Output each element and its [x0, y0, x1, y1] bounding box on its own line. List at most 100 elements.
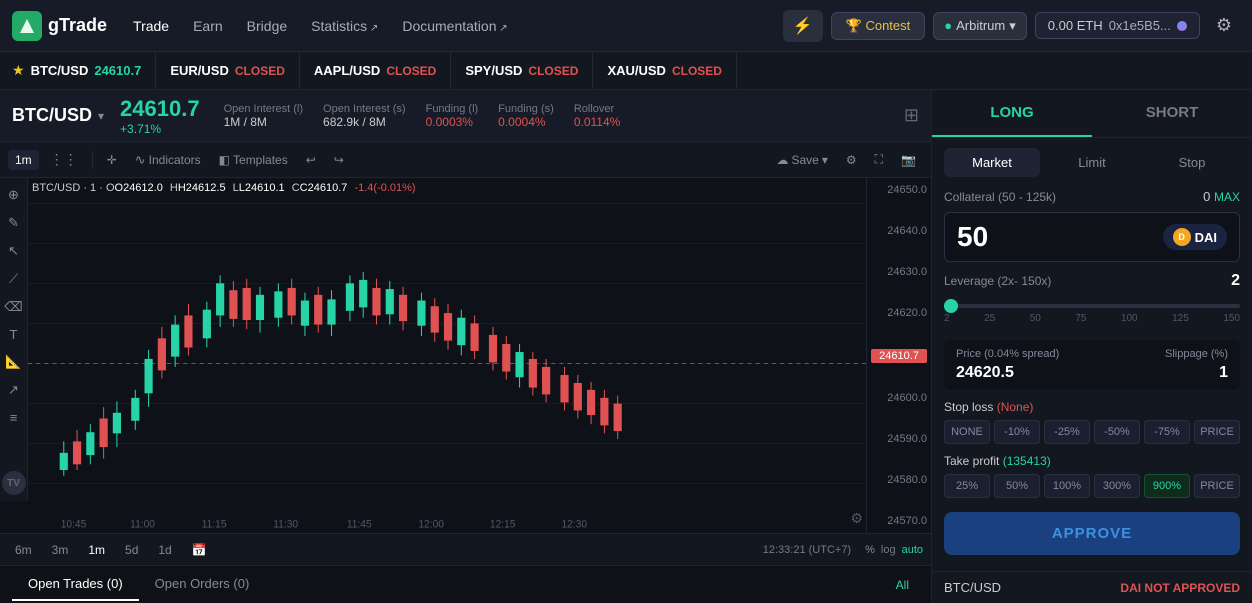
collateral-input-box[interactable]: 50 D DAI [944, 212, 1240, 262]
sl-preset-10[interactable]: -10% [994, 420, 1040, 444]
crosshair-tool[interactable]: ⊕ [5, 184, 22, 206]
trend-tool[interactable]: ↗ [5, 379, 22, 401]
tab-open-orders[interactable]: Open Orders (0) [139, 568, 266, 601]
text-tool[interactable]: T [7, 324, 21, 345]
stop-loss-section: Stop loss (None) NONE -10% -25% -50% -75… [944, 400, 1240, 444]
tp-preset-300[interactable]: 300% [1094, 474, 1140, 498]
ticker-price-btcusd: 24610.7 [94, 63, 141, 78]
settings-chart-button[interactable]: ⚙ [839, 150, 864, 170]
fib-tool[interactable]: ≡ [7, 407, 21, 428]
ticker-eurusd[interactable]: EUR/USD CLOSED [156, 52, 300, 89]
measure-tool[interactable]: 📐 [2, 351, 24, 373]
indicators-button[interactable]: ∿ Indicators [128, 149, 208, 171]
toolbar-separator-1 [92, 151, 93, 169]
price-level-1: 24650.0 [871, 184, 927, 196]
ohlc-change: -1.4(-0.01%) [354, 182, 415, 194]
calendar-icon-button[interactable]: 📅 [185, 540, 214, 560]
indicators-icon: ∿ [135, 152, 146, 168]
ticker-btcusd[interactable]: ★ BTC/USD 24610.7 [12, 52, 156, 89]
chart-settings-icon[interactable]: ⚙ [850, 510, 863, 527]
leverage-slider[interactable] [944, 304, 1240, 308]
tab-long[interactable]: LONG [932, 90, 1092, 137]
contest-button[interactable]: 🏆 Contest [831, 12, 926, 40]
ohlc-symbol: BTC/USD · 1 · [32, 182, 106, 194]
sl-preset-none[interactable]: NONE [944, 420, 990, 444]
star-icon: ★ [12, 62, 25, 79]
templates-button[interactable]: ◧ Templates [212, 150, 295, 170]
symbol-change: +3.71% [120, 122, 200, 136]
timeframe-5d[interactable]: 5d [118, 540, 145, 560]
auto-button[interactable]: auto [902, 544, 923, 556]
settings-button[interactable]: ⚙ [1208, 11, 1240, 40]
timeframe-1m-button[interactable]: 1m [8, 150, 39, 170]
fullscreen-button[interactable]: ⛶ [868, 149, 890, 170]
stat-value-oil: 1M / 8M [224, 115, 303, 129]
cursor-tool[interactable]: ↖ [5, 240, 22, 262]
ticker-spyusd[interactable]: SPY/USD CLOSED [451, 52, 593, 89]
slider-label-150: 150 [1223, 313, 1240, 324]
network-icon: ● [944, 18, 952, 33]
chart-main-area[interactable]: 10:45 11:00 11:15 11:30 11:45 12:00 12:1… [28, 178, 866, 533]
nav-earn[interactable]: Earn [183, 12, 233, 40]
collateral-max-button[interactable]: MAX [1214, 190, 1240, 204]
stat-open-interest-long: Open Interest (l) 1M / 8M [224, 103, 303, 129]
network-button[interactable]: ● Arbitrum ▾ [933, 12, 1027, 40]
timeframe-adjust-button[interactable]: ⋮⋮ [43, 148, 85, 171]
ticker-pair-btcusd: BTC/USD [31, 63, 89, 78]
ohlc-label: BTC/USD · 1 · OO24612.0 HH24612.5 LL2461… [32, 182, 416, 194]
svg-text:12:00: 12:00 [418, 518, 444, 531]
stat-value-fl: 0.0003% [426, 115, 479, 129]
sl-preset-75[interactable]: -75% [1144, 420, 1190, 444]
timeframe-1d[interactable]: 1d [151, 540, 178, 560]
snapshot-button[interactable]: 📷 [894, 150, 923, 170]
log-button[interactable]: log [881, 544, 896, 556]
sl-preset-50[interactable]: -50% [1094, 420, 1140, 444]
stat-rollover: Rollover 0.0114% [574, 103, 620, 129]
nav-bridge[interactable]: Bridge [237, 12, 297, 40]
tab-short[interactable]: SHORT [1092, 90, 1252, 137]
templates-label: Templates [233, 153, 288, 167]
eraser-tool[interactable]: ⌫ [1, 296, 25, 318]
redo-button[interactable]: ↪ [327, 150, 351, 170]
bottom-tabs: Open Trades (0) Open Orders (0) All [0, 565, 931, 603]
tab-stop[interactable]: Stop [1144, 148, 1240, 177]
percent-label: % [865, 544, 875, 556]
ticker-xauusd[interactable]: XAU/USD CLOSED [593, 52, 737, 89]
tp-preset-900[interactable]: 900% [1144, 474, 1190, 498]
symbol-selector[interactable]: BTC/USD ▾ [12, 105, 104, 126]
nav-documentation[interactable]: Documentation [392, 12, 517, 40]
sl-preset-25[interactable]: -25% [1044, 420, 1090, 444]
ticker-aaplusd[interactable]: AAPL/USD CLOSED [300, 52, 451, 89]
tab-all-button[interactable]: All [886, 574, 919, 596]
timeframe-1m-bottom[interactable]: 1m [81, 540, 112, 560]
grid-view-icon[interactable]: ⊞ [904, 105, 919, 126]
panel-content: Collateral (50 - 125k) 0 MAX 50 D DAI Le… [932, 177, 1252, 571]
svg-text:10:45: 10:45 [61, 518, 87, 531]
line-tool[interactable]: ⟋ [6, 268, 21, 290]
wallet-button[interactable]: 0.00 ETH 0x1e5B5... [1035, 12, 1200, 39]
tab-open-trades[interactable]: Open Trades (0) [12, 568, 139, 601]
sl-preset-price[interactable]: PRICE [1194, 420, 1240, 444]
timeframe-6m[interactable]: 6m [8, 540, 39, 560]
crosshair-button[interactable]: ✛ [100, 150, 124, 170]
pen-tool[interactable]: ✎ [5, 212, 22, 234]
ticker-pair-eurusd: EUR/USD [170, 63, 229, 78]
timeframe-3m[interactable]: 3m [45, 540, 76, 560]
approve-button[interactable]: APPROVE [944, 512, 1240, 555]
tp-preset-price[interactable]: PRICE [1194, 474, 1240, 498]
tab-market[interactable]: Market [944, 148, 1040, 177]
order-type-tabs: Market Limit Stop [932, 138, 1252, 177]
price-axis: 24650.0 24640.0 24630.0 24620.0 24610.7 … [866, 178, 931, 533]
ohlc-low: LL24610.1 [233, 182, 285, 194]
tp-preset-25[interactable]: 25% [944, 474, 990, 498]
nav-statistics[interactable]: Statistics [301, 12, 388, 40]
tp-preset-100[interactable]: 100% [1044, 474, 1090, 498]
cloud-save-button[interactable]: ☁ Save ▾ [769, 150, 834, 170]
tp-preset-50[interactable]: 50% [994, 474, 1040, 498]
undo-button[interactable]: ↩ [299, 150, 323, 170]
logo[interactable]: gTrade [12, 11, 107, 41]
lightning-button[interactable]: ⚡ [783, 10, 823, 42]
nav-trade[interactable]: Trade [123, 12, 179, 40]
tab-limit[interactable]: Limit [1044, 148, 1140, 177]
stat-funding-short: Funding (s) 0.0004% [498, 103, 554, 129]
